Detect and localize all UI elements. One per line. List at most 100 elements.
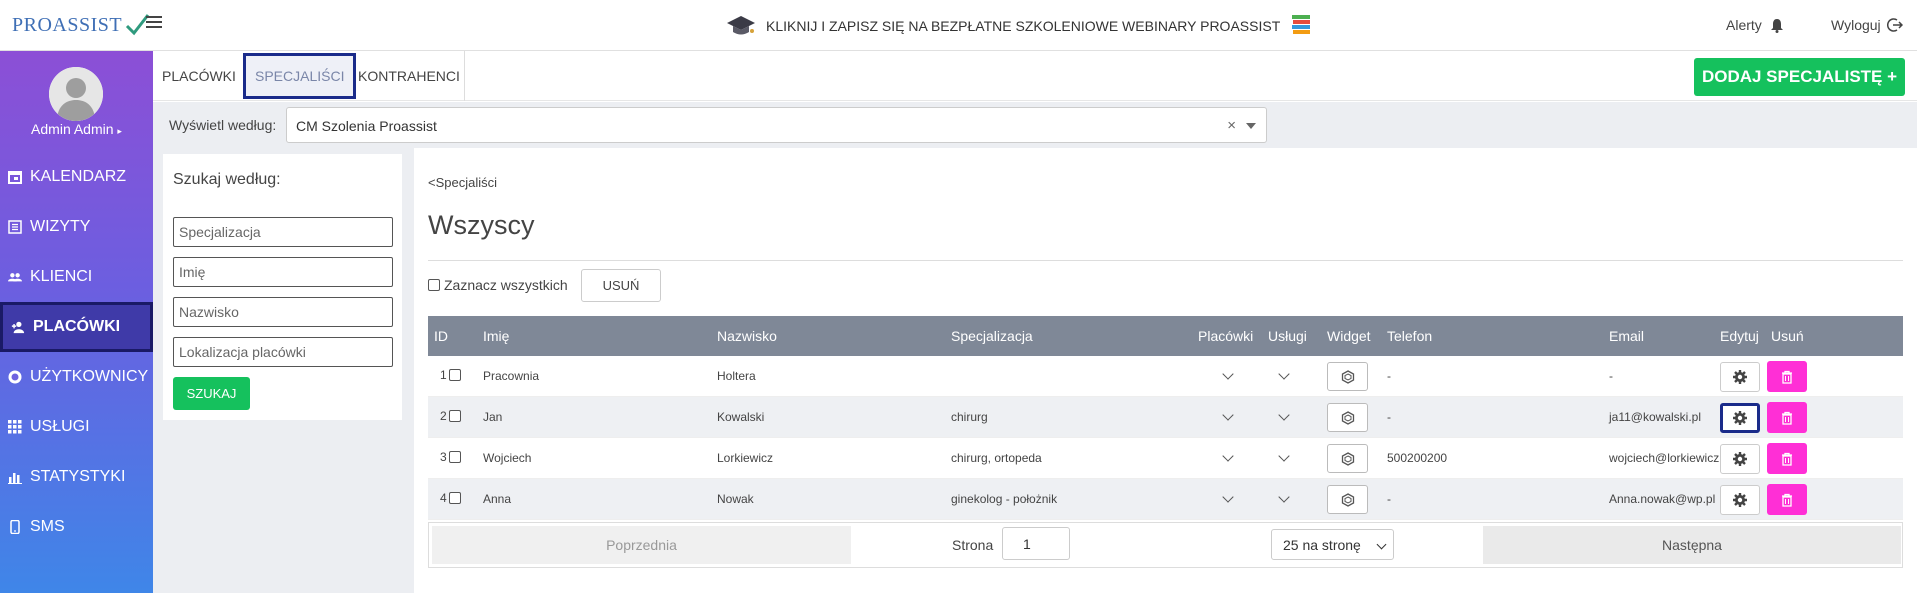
- services-chevron-down-icon[interactable]: [1278, 450, 1290, 462]
- list-icon: [8, 220, 22, 234]
- last-name-input[interactable]: [173, 297, 393, 327]
- sidebar-item-placowki[interactable]: PLACÓWKI: [0, 302, 153, 352]
- sidebar-nav: KALENDARZ WIZYTY KLIENCI PLACÓWKI UŻYTKO…: [0, 152, 153, 552]
- row-checkbox[interactable]: [448, 410, 461, 422]
- location-input[interactable]: [173, 337, 393, 367]
- facilities-chevron-down-icon[interactable]: [1222, 409, 1234, 421]
- row-id: 4: [440, 491, 461, 505]
- cell-email: Anna.nowak@wp.pl: [1609, 492, 1716, 506]
- row-checkbox[interactable]: [448, 369, 461, 381]
- edit-button[interactable]: [1720, 362, 1760, 392]
- column-header: Placówki: [1198, 328, 1254, 344]
- tab-label: SPECJALIŚCI: [255, 68, 345, 84]
- table-header: ID Imię Nazwisko Specjalizacja Placówki …: [428, 316, 1903, 356]
- search-button[interactable]: SZUKAJ: [173, 377, 250, 410]
- gear-icon: [1733, 493, 1747, 507]
- logout-button[interactable]: Wyloguj: [1831, 17, 1903, 33]
- services-chevron-down-icon[interactable]: [1278, 409, 1290, 421]
- next-page-button[interactable]: Następna: [1483, 526, 1901, 564]
- delete-button[interactable]: [1767, 361, 1807, 392]
- specialization-input[interactable]: [173, 217, 393, 247]
- delete-button[interactable]: [1767, 402, 1807, 433]
- edit-button[interactable]: [1720, 485, 1760, 515]
- column-header[interactable]: Telefon: [1387, 328, 1432, 344]
- widget-button[interactable]: [1327, 403, 1368, 432]
- column-header[interactable]: Specjalizacja: [951, 328, 1033, 344]
- column-header[interactable]: Imię: [483, 328, 509, 344]
- alerts-button[interactable]: Alerty: [1726, 17, 1784, 33]
- bar-chart-icon: [8, 470, 22, 484]
- sidebar-item-kalendarz[interactable]: KALENDARZ: [0, 152, 153, 202]
- tab-divider: [464, 51, 465, 101]
- add-specialist-button[interactable]: DODAJ SPECJALISTĘ +: [1694, 58, 1905, 96]
- sidebar-item-wizyty[interactable]: WIZYTY: [0, 202, 153, 252]
- user-name: Admin Admin: [31, 121, 114, 137]
- sidebar-item-sms[interactable]: SMS: [0, 502, 153, 552]
- cell-phone: -: [1387, 369, 1391, 383]
- tab-specjalisci[interactable]: SPECJALIŚCI: [243, 53, 357, 99]
- facilities-chevron-down-icon[interactable]: [1222, 450, 1234, 462]
- phone-icon: [8, 520, 22, 534]
- column-header[interactable]: Email: [1609, 328, 1644, 344]
- filter-bar: Wyświetl według: CM Szolenia Proassist ×: [153, 102, 1917, 148]
- user-circle-icon: [8, 370, 22, 384]
- row-checkbox[interactable]: [448, 451, 461, 463]
- cell-first-name: Anna: [483, 492, 512, 506]
- specialists-table: ID Imię Nazwisko Specjalizacja Placówki …: [428, 316, 1903, 520]
- sidebar-item-label: USŁUGI: [30, 418, 90, 435]
- breadcrumb[interactable]: <Specjaliści: [428, 175, 497, 190]
- row-id: 1: [440, 368, 461, 382]
- promo-banner[interactable]: KLIKNIJ I ZAPISZ SIĘ NA BEZPŁATNE SZKOLE…: [726, 12, 1312, 40]
- per-page-select[interactable]: 25 na stronę: [1271, 529, 1394, 560]
- select-all-checkbox[interactable]: Zaznacz wszystkich: [428, 277, 568, 293]
- sidebar-item-label: SMS: [30, 518, 65, 535]
- sidebar-item-klienci[interactable]: KLIENCI: [0, 252, 153, 302]
- logout-icon: [1886, 18, 1903, 32]
- column-header[interactable]: Nazwisko: [717, 328, 777, 344]
- column-header[interactable]: ID: [434, 328, 448, 344]
- services-chevron-down-icon[interactable]: [1278, 368, 1290, 380]
- facility-select[interactable]: CM Szolenia Proassist ×: [286, 107, 1267, 143]
- user-menu[interactable]: Admin Admin ▸: [0, 121, 153, 137]
- facilities-chevron-down-icon[interactable]: [1222, 368, 1234, 380]
- widget-button[interactable]: [1327, 485, 1368, 514]
- delete-button[interactable]: [1767, 484, 1807, 515]
- sidebar-item-uslugi[interactable]: USŁUGI: [0, 402, 153, 452]
- previous-page-button[interactable]: Poprzednia: [432, 526, 851, 564]
- tabs-bar: PLACÓWKI SPECJALIŚCI KONTRAHENCI: [153, 51, 1917, 101]
- chevron-down-icon[interactable]: [1246, 123, 1256, 129]
- logo[interactable]: PROASSIST: [12, 8, 150, 42]
- sidebar-item-statystyki[interactable]: STATYSTYKI: [0, 452, 153, 502]
- menu-toggle-icon[interactable]: [146, 16, 162, 30]
- clear-icon[interactable]: ×: [1227, 117, 1236, 134]
- facility-select-value: CM Szolenia Proassist: [296, 118, 437, 134]
- edit-button[interactable]: [1720, 403, 1760, 433]
- avatar[interactable]: [49, 67, 103, 121]
- cell-last-name: Nowak: [717, 492, 754, 506]
- checkbox[interactable]: [428, 279, 440, 291]
- widget-button[interactable]: [1327, 362, 1368, 391]
- tab-label: PLACÓWKI: [162, 68, 236, 84]
- page-number-input[interactable]: [1002, 527, 1070, 560]
- row-id: 3: [440, 450, 461, 464]
- logout-label: Wyloguj: [1831, 17, 1881, 33]
- sidebar-item-label: KLIENCI: [30, 268, 93, 285]
- tab-placowki[interactable]: PLACÓWKI: [153, 53, 245, 99]
- delete-selected-button[interactable]: USUŃ: [581, 269, 661, 302]
- widget-button[interactable]: [1327, 444, 1368, 473]
- caret-right-icon: ▸: [117, 126, 122, 136]
- edit-button[interactable]: [1720, 444, 1760, 474]
- row-checkbox[interactable]: [448, 492, 461, 504]
- first-name-input[interactable]: [173, 257, 393, 287]
- logo-text: PROASSIST: [12, 13, 123, 36]
- main-panel: <Specjaliści Wszyscy Zaznacz wszystkich …: [414, 148, 1917, 593]
- sidebar-item-label: KALENDARZ: [30, 168, 127, 185]
- facilities-chevron-down-icon[interactable]: [1222, 491, 1234, 503]
- tab-kontrahenci[interactable]: KONTRAHENCI: [349, 53, 469, 99]
- delete-button[interactable]: [1767, 443, 1807, 474]
- services-chevron-down-icon[interactable]: [1278, 491, 1290, 503]
- cell-first-name: Jan: [483, 410, 503, 424]
- column-header: Usługi: [1268, 328, 1307, 344]
- cell-last-name: Kowalski: [717, 410, 765, 424]
- sidebar-item-uzytkownicy[interactable]: UŻYTKOWNICY: [0, 352, 153, 402]
